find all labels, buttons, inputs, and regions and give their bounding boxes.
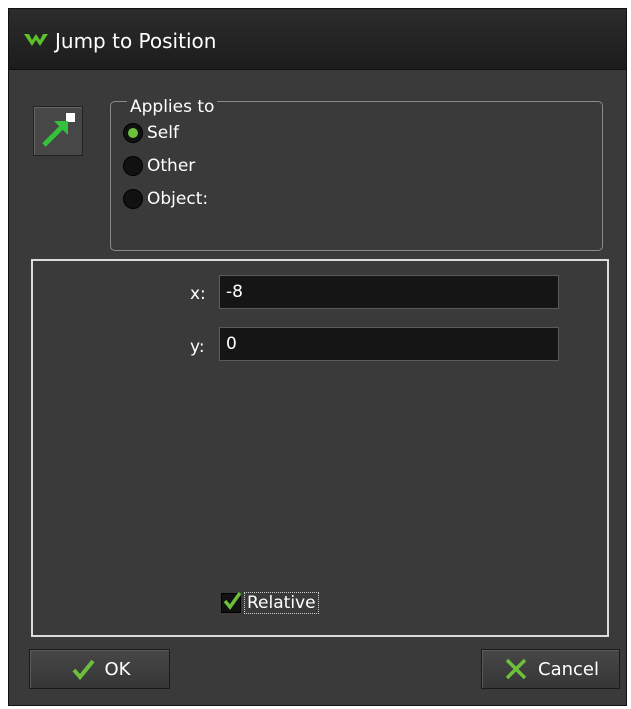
radio-other[interactable]: Other: [123, 156, 195, 176]
close-icon: [505, 658, 527, 680]
ok-label: OK: [104, 658, 131, 680]
radio-object-button[interactable]: [123, 189, 143, 209]
radio-self-button[interactable]: [123, 123, 143, 143]
y-input[interactable]: [219, 327, 559, 361]
title-bar[interactable]: Jump to Position: [9, 9, 626, 70]
window-title: Jump to Position: [55, 29, 217, 53]
relative-check-box[interactable]: [221, 591, 242, 613]
y-label: y:: [190, 337, 205, 357]
x-label: x:: [190, 284, 206, 304]
relative-checkbox[interactable]: Relative: [221, 591, 319, 614]
checkmark-icon: [223, 591, 242, 610]
arguments-panel: [31, 259, 609, 637]
applies-to-group: [110, 101, 603, 251]
relative-label: Relative: [244, 592, 319, 614]
checkmark-icon: [71, 659, 95, 681]
radio-other-label: Other: [147, 156, 196, 176]
gamemaker-logo-icon: [24, 34, 48, 46]
x-input[interactable]: [219, 275, 559, 309]
ok-button[interactable]: OK: [29, 649, 170, 689]
applies-to-legend: Applies to: [127, 97, 218, 117]
radio-self-label: Self: [147, 123, 179, 143]
jump-position-arrow-icon: [33, 106, 83, 156]
cancel-label: Cancel: [538, 658, 599, 680]
radio-object[interactable]: Object:: [123, 189, 208, 209]
cancel-button[interactable]: Cancel: [481, 649, 620, 689]
radio-self[interactable]: Self: [123, 123, 179, 143]
dialog-window: Jump to Position Applies to Self Other O…: [8, 8, 627, 706]
radio-object-label: Object:: [147, 189, 209, 209]
radio-other-button[interactable]: [123, 156, 143, 176]
